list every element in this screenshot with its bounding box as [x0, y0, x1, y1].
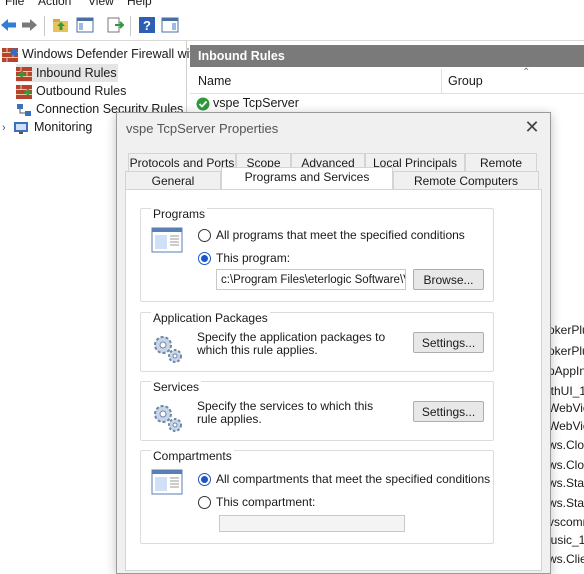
- compartments-title: Compartments: [151, 449, 234, 463]
- all-programs-label: All programs that meet the specified con…: [216, 228, 465, 242]
- programs-group: Programs All programs that meet the spec…: [140, 207, 494, 302]
- compartment-input[interactable]: [219, 515, 405, 532]
- this-program-label: This program:: [216, 251, 291, 265]
- services-description: Specify the services to which this rule …: [197, 399, 374, 426]
- all-compartments-radio[interactable]: [198, 473, 211, 486]
- rule-name-partial[interactable]: okerPlu: [548, 323, 584, 337]
- programs-group-title: Programs: [151, 207, 208, 221]
- export-list-icon[interactable]: [106, 16, 124, 34]
- this-compartment-radio[interactable]: [198, 496, 211, 509]
- tree-root[interactable]: Windows Defender Firewall with: [2, 45, 200, 63]
- rule-row[interactable]: vspe TcpServer: [196, 94, 299, 112]
- connection-security-icon: [17, 103, 31, 116]
- tree-item-label: Inbound Rules: [36, 66, 117, 80]
- column-divider[interactable]: [441, 69, 442, 93]
- tab-protocols-and-ports[interactable]: Protocols and Ports: [128, 153, 236, 171]
- sort-arrow-icon: ⌃: [522, 67, 531, 78]
- rule-name-partial[interactable]: ws.Clou: [548, 458, 584, 472]
- tab-panel: Programs All programs that meet the spec…: [125, 189, 542, 571]
- toolbar: ?: [0, 10, 584, 41]
- tree-item-monitoring[interactable]: › Monitoring: [2, 118, 92, 136]
- dialog-title: vspe TcpServer Properties: [126, 121, 279, 136]
- inbound-rules-icon: [16, 66, 32, 81]
- toolbar-separator: [130, 16, 131, 36]
- menu-file[interactable]: File: [5, 0, 24, 8]
- rule-name-partial[interactable]: ws.Clou: [548, 438, 584, 452]
- tab-remote-computers[interactable]: Remote Computers: [393, 171, 539, 189]
- allow-check-icon: [196, 97, 210, 111]
- compartment-window-icon: [151, 469, 183, 495]
- this-compartment-label: This compartment:: [216, 495, 316, 509]
- rule-name-partial[interactable]: ws.Star: [548, 476, 584, 490]
- column-group[interactable]: Group: [448, 74, 483, 88]
- properties-dialog: vspe TcpServer Properties ✕ Protocols an…: [116, 112, 551, 574]
- forward-arrow-icon[interactable]: [20, 16, 38, 34]
- program-window-icon: [151, 227, 183, 253]
- all-compartments-label: All compartments that meet the specified…: [216, 472, 491, 486]
- application-packages-title: Application Packages: [151, 311, 270, 325]
- svg-text:?: ?: [143, 18, 151, 33]
- tab-programs-and-services[interactable]: Programs and Services: [221, 167, 393, 189]
- tree-item-outbound-rules[interactable]: Outbound Rules: [16, 82, 126, 100]
- rule-name: vspe TcpServer: [213, 96, 299, 110]
- help-icon[interactable]: ?: [138, 16, 156, 34]
- rule-name-partial[interactable]: okerPlu: [548, 344, 584, 358]
- services-title: Services: [151, 380, 202, 394]
- gears-icon: [154, 405, 182, 432]
- services-group: Services Specify the services to which t…: [140, 380, 494, 441]
- pane-header: Inbound Rules: [190, 45, 584, 67]
- rule-name-partial[interactable]: ws.Star: [548, 496, 584, 510]
- browse-button[interactable]: Browse...: [413, 269, 484, 290]
- all-programs-radio[interactable]: [198, 229, 211, 242]
- program-path-input[interactable]: c:\Program Files\eterlogic Software\Virt: [216, 269, 406, 290]
- rule-name-partial[interactable]: vscomn: [548, 515, 584, 529]
- menu-action[interactable]: Action: [38, 0, 71, 8]
- menu-bar: File Action View Help: [0, 0, 584, 10]
- toolbar-separator: [44, 16, 45, 36]
- gears-icon: [154, 336, 182, 363]
- tab-general[interactable]: General: [125, 171, 221, 189]
- chevron-right-icon[interactable]: ›: [2, 119, 14, 137]
- rule-name-partial[interactable]: WebVie: [548, 419, 584, 433]
- show-action-pane-icon[interactable]: [161, 16, 179, 34]
- column-name[interactable]: Name: [198, 74, 231, 88]
- tree-item-label: Outbound Rules: [36, 84, 127, 98]
- close-icon[interactable]: ✕: [522, 117, 542, 137]
- services-settings-button[interactable]: Settings...: [413, 401, 484, 422]
- rule-name-partial[interactable]: ws.Clie: [548, 552, 584, 566]
- application-packages-description: Specify the application packages to whic…: [197, 330, 386, 357]
- rule-name-partial[interactable]: lusic_1: [548, 533, 584, 547]
- tab-remote-users[interactable]: Remote Users: [465, 153, 537, 188]
- tree-item-inbound-rules[interactable]: Inbound Rules: [16, 64, 118, 82]
- column-header: Name Group ⌃: [190, 67, 584, 94]
- tree-item-label: Monitoring: [34, 120, 93, 134]
- application-packages-settings-button[interactable]: Settings...: [413, 332, 484, 353]
- firewall-brick-icon: [2, 47, 18, 62]
- up-folder-icon[interactable]: [52, 16, 70, 34]
- outbound-rules-icon: [16, 84, 32, 99]
- rule-name-partial[interactable]: WebVie: [548, 401, 584, 415]
- application-packages-group: Application Packages Specify the applica…: [140, 311, 494, 372]
- this-program-radio[interactable]: [198, 252, 211, 265]
- monitoring-icon: [14, 121, 28, 134]
- menu-view[interactable]: View: [88, 0, 114, 8]
- rule-name-partial[interactable]: lthUI_1: [548, 384, 584, 398]
- tree-root-label: Windows Defender Firewall with: [22, 47, 200, 61]
- compartments-group: Compartments All compartments that meet …: [140, 449, 494, 544]
- back-arrow-icon[interactable]: [0, 16, 18, 34]
- rule-name-partial[interactable]: pAppIn: [548, 364, 584, 378]
- show-hide-tree-icon[interactable]: [76, 16, 94, 34]
- menu-help[interactable]: Help: [127, 0, 152, 8]
